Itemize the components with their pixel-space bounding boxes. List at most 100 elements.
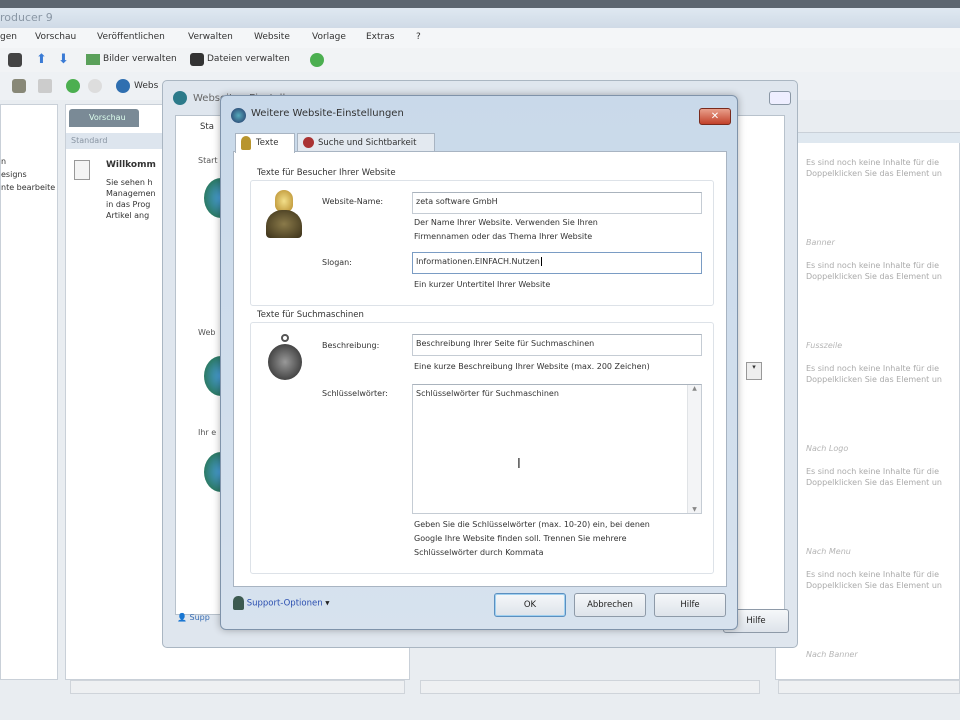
menu-help[interactable]: ? bbox=[416, 32, 421, 42]
bg-dialog-window-button[interactable] bbox=[769, 91, 791, 105]
website-name-value: zeta software GmbH bbox=[416, 197, 498, 206]
horizontal-scrollbar[interactable] bbox=[778, 680, 960, 694]
image-icon bbox=[86, 54, 100, 65]
horizontal-scrollbar[interactable] bbox=[420, 680, 760, 694]
menu-website[interactable]: Website bbox=[254, 32, 290, 42]
description-label: Beschreibung: bbox=[322, 341, 380, 350]
binoculars-icon[interactable] bbox=[8, 53, 22, 67]
close-icon: ✕ bbox=[710, 111, 720, 122]
bg-section-start: Start bbox=[198, 156, 218, 165]
keywords-textarea[interactable]: Schlüsselwörter für Suchmaschinen ▲ ▼ I bbox=[412, 384, 702, 514]
menu-veroeffentlichen[interactable]: Veröffentlichen bbox=[97, 32, 165, 42]
bg-support-label: Supp bbox=[189, 613, 210, 622]
ok-label: OK bbox=[523, 600, 537, 610]
menu-bar: gen Vorschau Veröffentlichen Verwalten W… bbox=[0, 28, 960, 48]
empty-hint: Es sind noch keine Inhalte für die Doppel… bbox=[806, 260, 942, 282]
welcome-text: Sie sehen h Managemen in das Prog Artike… bbox=[106, 177, 156, 221]
welcome-line: Sie sehen h bbox=[106, 178, 153, 187]
help-line: Firmennamen oder das Thema Ihrer Website bbox=[414, 232, 593, 241]
web-icon[interactable] bbox=[116, 79, 130, 93]
website-name-help: Der Name Ihrer Website. Verwenden Sie Ih… bbox=[414, 216, 598, 244]
support-options-link[interactable]: Support-Optionen ▾ bbox=[233, 596, 330, 610]
welcome-title: Willkomm bbox=[106, 160, 156, 170]
slogan-value: Informationen.EINFACH.Nutzen bbox=[416, 257, 540, 266]
menu-vorschau[interactable]: Vorschau bbox=[35, 32, 76, 42]
dropdown-arrow-icon: ▾ bbox=[325, 598, 330, 609]
horizontal-scrollbar[interactable] bbox=[70, 680, 405, 694]
help-label: Hilfe bbox=[680, 600, 700, 610]
left-panel-item[interactable]: nte bearbeite bbox=[1, 181, 55, 194]
bg-tab-start[interactable]: Sta bbox=[184, 122, 214, 132]
menu-extras[interactable]: Extras bbox=[366, 32, 394, 42]
support-options-label: Support-Optionen bbox=[246, 598, 323, 609]
green-circle-icon[interactable] bbox=[310, 53, 324, 67]
slogan-input[interactable]: Informationen.EINFACH.Nutzen bbox=[412, 252, 702, 274]
help-line: Geben Sie die Schlüsselwörter (max. 10-2… bbox=[414, 520, 650, 529]
tab-vorschau[interactable]: Vorschau bbox=[69, 109, 139, 127]
right-panel-header bbox=[776, 133, 960, 143]
dropdown-arrow-icon[interactable]: ▾ bbox=[746, 362, 762, 380]
welcome-line: Artikel ang bbox=[106, 211, 150, 220]
person-icon bbox=[241, 136, 251, 150]
empty-hint-line: Doppelklicken Sie das Element un bbox=[806, 375, 942, 384]
blank-icon[interactable] bbox=[38, 79, 52, 93]
description-value: Beschreibung Ihrer Seite für Suchmaschin… bbox=[416, 339, 595, 348]
tab-suche-sichtbarkeit[interactable]: Suche und Sichtbarkeit bbox=[297, 133, 435, 152]
more-website-settings-dialog: Weitere Website-Einstellungen ✕ Texte Su… bbox=[220, 95, 738, 630]
welcome-line: in das Prog bbox=[106, 200, 151, 209]
web-label[interactable]: Webs bbox=[134, 81, 158, 91]
bg-tab-label: Sta bbox=[200, 122, 214, 132]
section-nach-logo: Nach Logo bbox=[806, 444, 849, 453]
tab-suche-label: Suche und Sichtbarkeit bbox=[318, 138, 417, 148]
slogan-help: Ein kurzer Untertitel Ihrer Website bbox=[414, 280, 551, 289]
standard-header-label: Standard bbox=[71, 136, 108, 145]
manage-files-label: Dateien verwalten bbox=[207, 54, 290, 64]
empty-hint: Es sind noch keine Inhalte für die Doppel… bbox=[806, 569, 942, 591]
website-name-label: Website-Name: bbox=[322, 197, 384, 206]
bug-icon[interactable] bbox=[12, 79, 26, 93]
menu-vorlage[interactable]: Vorlage bbox=[312, 32, 346, 42]
empty-hint-line: Doppelklicken Sie das Element un bbox=[806, 581, 942, 590]
arrow-down-icon[interactable]: ⬇ bbox=[58, 52, 69, 67]
left-panel-item[interactable]: esigns bbox=[1, 168, 55, 181]
menu-verwalten[interactable]: Verwalten bbox=[188, 32, 233, 42]
description-help: Eine kurze Beschreibung Ihrer Website (m… bbox=[414, 362, 650, 371]
bg-support-link[interactable]: 👤 Supp bbox=[177, 613, 210, 622]
welcome-line: Managemen bbox=[106, 189, 156, 198]
left-panel-item[interactable]: n bbox=[1, 155, 55, 168]
arrow-up-icon[interactable]: ⬆ bbox=[36, 52, 47, 67]
stopwatch-icon bbox=[266, 334, 304, 382]
empty-hint-line: Doppelklicken Sie das Element un bbox=[806, 478, 942, 487]
website-name-input[interactable]: zeta software GmbH bbox=[412, 192, 702, 214]
back-icon[interactable] bbox=[66, 79, 80, 93]
person-icon bbox=[266, 190, 302, 238]
dialog-title: Weitere Website-Einstellungen bbox=[251, 108, 404, 119]
manage-images-label: Bilder verwalten bbox=[103, 54, 177, 64]
toolbar: ⬆ ⬇ Bilder verwalten Dateien verwalten bbox=[0, 48, 960, 72]
bg-help-label: Hilfe bbox=[746, 616, 766, 626]
app-titlebar: roducer 9 bbox=[0, 8, 960, 28]
vertical-scrollbar[interactable]: ▲ ▼ bbox=[687, 385, 701, 513]
empty-hint-line: Es sind noch keine Inhalte für die bbox=[806, 261, 940, 270]
close-button[interactable]: ✕ bbox=[699, 108, 731, 125]
tab-texte-label: Texte bbox=[256, 138, 279, 148]
description-input[interactable]: Beschreibung Ihrer Seite für Suchmaschin… bbox=[412, 334, 702, 356]
empty-hint: Es sind noch keine Inhalte für die Doppel… bbox=[806, 466, 942, 488]
empty-hint-line: Es sind noch keine Inhalte für die bbox=[806, 364, 940, 373]
help-button[interactable]: Hilfe bbox=[654, 593, 726, 617]
empty-hint-line: Doppelklicken Sie das Element un bbox=[806, 272, 942, 281]
tab-texte[interactable]: Texte bbox=[235, 133, 295, 153]
globe-icon bbox=[173, 91, 187, 105]
help-line: Google Ihre Website finden soll. Trennen… bbox=[414, 534, 627, 543]
empty-hint: Es sind noch keine Inhalte für die Doppel… bbox=[806, 157, 942, 179]
right-panel: Es sind noch keine Inhalte für die Doppel… bbox=[775, 132, 960, 680]
files-icon bbox=[190, 53, 204, 66]
empty-hint-line: Es sind noch keine Inhalte für die bbox=[806, 158, 940, 167]
cancel-button[interactable]: Abbrechen bbox=[574, 593, 646, 617]
menu-item-partial[interactable]: gen bbox=[0, 32, 17, 42]
ok-button[interactable]: OK bbox=[494, 593, 566, 617]
forward-icon[interactable] bbox=[88, 79, 102, 93]
keywords-value: Schlüsselwörter für Suchmaschinen bbox=[416, 389, 559, 398]
section-nach-menu: Nach Menu bbox=[806, 547, 851, 556]
tab-vorschau-label: Vorschau bbox=[89, 113, 126, 122]
